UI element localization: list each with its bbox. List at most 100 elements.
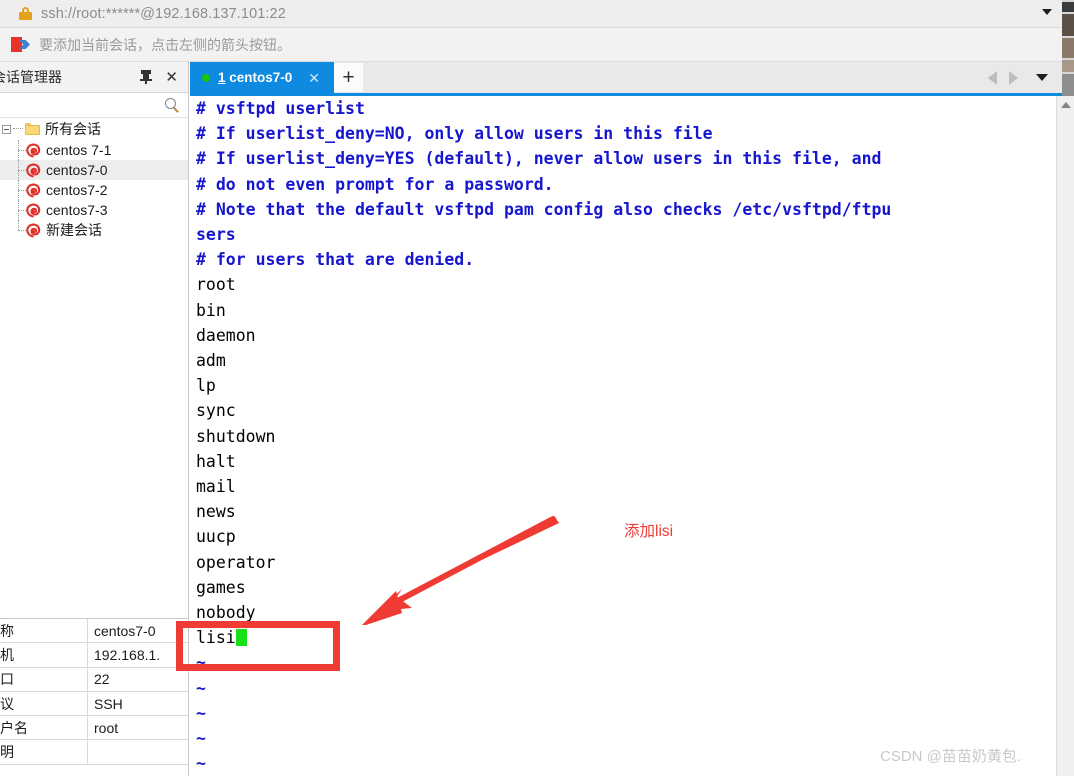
terminal-line: # If userlist_deny=NO, only allow users … (196, 124, 713, 144)
new-tab-button[interactable]: + (334, 63, 363, 92)
property-row-host: 主机 192.168.1. (0, 643, 188, 668)
annotation-callout-text: 添加lisi (624, 523, 674, 540)
tree-root-all-sessions[interactable]: 所有会话 (0, 118, 188, 140)
notice-text: 要添加当前会话，点击左侧的箭头按钮。 (39, 36, 291, 53)
session-item-new-session[interactable]: 新建会话 (0, 220, 188, 240)
property-key: 主机 (0, 643, 88, 667)
session-item-centos-7-1[interactable]: centos 7-1 (0, 140, 188, 160)
session-icon (26, 143, 41, 158)
window-right-strip (1062, 0, 1074, 96)
property-value: 192.168.1. (88, 643, 188, 666)
session-item-centos7-2[interactable]: centos7-2 (0, 180, 188, 200)
terminal-line: lp (196, 376, 216, 396)
property-value: SSH (88, 692, 188, 715)
tree-connector (18, 200, 26, 220)
terminal-line: bin (196, 300, 226, 320)
session-item-label: centos7-0 (46, 162, 108, 178)
tab-bar-controls[interactable] (982, 62, 1062, 93)
terminal-scrollbar[interactable] (1056, 96, 1074, 776)
session-search-bar[interactable] (0, 93, 189, 118)
property-key: 用户名 (0, 716, 88, 740)
property-key: 说明 (0, 740, 88, 764)
property-value (88, 740, 188, 763)
property-row-description: 说明 (0, 740, 188, 765)
property-value-label: centos7-0 (94, 622, 156, 639)
property-key-label: 说明 (0, 744, 14, 761)
session-icon (26, 203, 41, 218)
session-item-label: centos 7-1 (46, 142, 112, 158)
property-key: 名称 (0, 619, 88, 643)
tab-bar[interactable]: 1 centos7-0 ✕ + (190, 62, 1062, 93)
terminal-line: adm (196, 351, 226, 371)
terminal-line: daemon (196, 325, 256, 345)
property-key-label: 名称 (0, 622, 14, 639)
pin-icon[interactable] (140, 70, 153, 84)
terminal-output[interactable]: # vsftpd userlist # If userlist_deny=NO,… (190, 96, 1056, 776)
terminal-line: sers (196, 225, 236, 245)
search-icon[interactable] (165, 98, 179, 113)
close-icon[interactable]: ✕ (308, 71, 320, 85)
session-icon (26, 223, 41, 238)
property-row-name: 名称 centos7-0 (0, 619, 188, 644)
terminal-line: nobody (196, 603, 256, 623)
tree-connector (18, 160, 26, 180)
chevron-down-icon[interactable] (1036, 74, 1048, 81)
terminal-line: ~ (196, 678, 206, 698)
session-item-centos7-0[interactable]: centos7-0 (0, 160, 188, 180)
scroll-up-arrow-icon[interactable] (1061, 102, 1071, 108)
session-icon (26, 163, 41, 178)
terminal-line: news (196, 502, 236, 522)
session-manager-header: 会话管理器 ✕ (0, 62, 189, 93)
session-item-label: centos7-3 (46, 202, 108, 218)
address-bar-text: ssh://root:******@192.168.137.101:22 (41, 5, 286, 22)
property-key-label: 协议 (0, 695, 14, 712)
terminal-line: # vsftpd userlist (196, 99, 365, 118)
lock-icon (19, 7, 32, 20)
tab-centos7-0[interactable]: 1 centos7-0 ✕ (190, 62, 334, 93)
terminal-line: shutdown (196, 426, 276, 446)
property-key: 协议 (0, 691, 88, 716)
flag-arrow-icon (11, 37, 30, 52)
property-row-port: 端口 22 (0, 667, 188, 692)
session-icon (26, 183, 41, 198)
terminal-line: # do not even prompt for a password. (196, 174, 554, 194)
tree-connector (18, 220, 26, 240)
terminal-cursor (235, 629, 247, 647)
address-bar[interactable]: ssh://root:******@192.168.137.101:22 (0, 0, 1062, 28)
tree-root-label: 所有会话 (45, 121, 101, 137)
terminal-line-active: lisi (190, 625, 1056, 650)
property-key: 端口 (0, 667, 88, 691)
terminal-line: uucp (196, 527, 236, 547)
session-item-label: 新建会话 (46, 222, 102, 238)
session-properties-table: 名称 centos7-0 主机 192.168.1. 端口 22 协议 SSH … (0, 618, 189, 776)
notice-bar: 要添加当前会话，点击左侧的箭头按钮。 (0, 28, 1062, 62)
terminal-line: # for users that are denied. (196, 250, 475, 270)
property-row-protocol: 协议 SSH (0, 691, 188, 717)
property-value: 22 (88, 668, 188, 691)
tree-connector (13, 128, 23, 130)
terminal-line: sync (196, 401, 236, 421)
arrow-right-icon[interactable] (1009, 70, 1018, 85)
terminal-line: halt (196, 451, 236, 471)
property-value-label: root (94, 719, 119, 736)
terminal-line: games (196, 577, 246, 597)
property-value-label: SSH (94, 695, 123, 712)
watermark-text: CSDN @苗苗奶黄包. (880, 748, 1022, 765)
property-value: centos7-0 (88, 619, 188, 642)
tree-connector (18, 180, 26, 200)
terminal-line: ~ (196, 703, 206, 723)
session-manager-title: 会话管理器 (0, 69, 62, 85)
arrow-left-icon[interactable] (988, 70, 997, 85)
terminal-line: root (196, 275, 236, 295)
terminal-line: ~ (196, 653, 206, 673)
tab-label: 1 centos7-0 (218, 70, 292, 85)
property-row-username: 用户名 root (0, 716, 188, 741)
tab-title: centos7-0 (225, 70, 293, 85)
session-item-centos7-3[interactable]: centos7-3 (0, 200, 188, 220)
property-value-label: 192.168.1. (94, 646, 161, 663)
session-tree[interactable]: 所有会话 centos 7-1 centos7-0 centos7-2 cent… (0, 118, 189, 618)
chevron-down-icon[interactable] (1042, 9, 1052, 15)
tree-connector (18, 140, 26, 160)
collapse-expander-icon[interactable] (2, 124, 11, 134)
close-icon[interactable]: ✕ (165, 70, 178, 85)
